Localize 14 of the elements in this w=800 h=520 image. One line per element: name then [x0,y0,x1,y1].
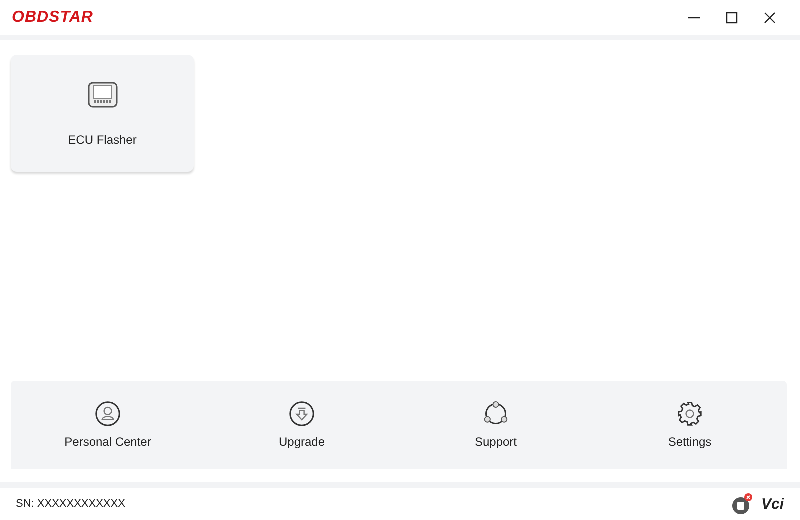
nav-item[interactable]: Settings [593,381,787,469]
settings-icon [677,401,703,427]
brand-logo: OBDSTAR [12,8,94,26]
maximize-icon [726,12,738,24]
close-icon [764,12,776,24]
nav-item[interactable]: Support [399,381,593,469]
vci-logo: Vci [761,496,784,512]
nav-item[interactable]: Personal Center [11,381,205,469]
network-nodes-icon [483,401,509,427]
app-tile[interactable]: ECU Flasher [11,55,194,172]
ecu-module-icon [86,80,120,110]
serial-number: SN: XXXXXXXXXXXX [16,498,126,510]
nav-item[interactable]: Upgrade [205,381,399,469]
person-icon [95,401,121,427]
